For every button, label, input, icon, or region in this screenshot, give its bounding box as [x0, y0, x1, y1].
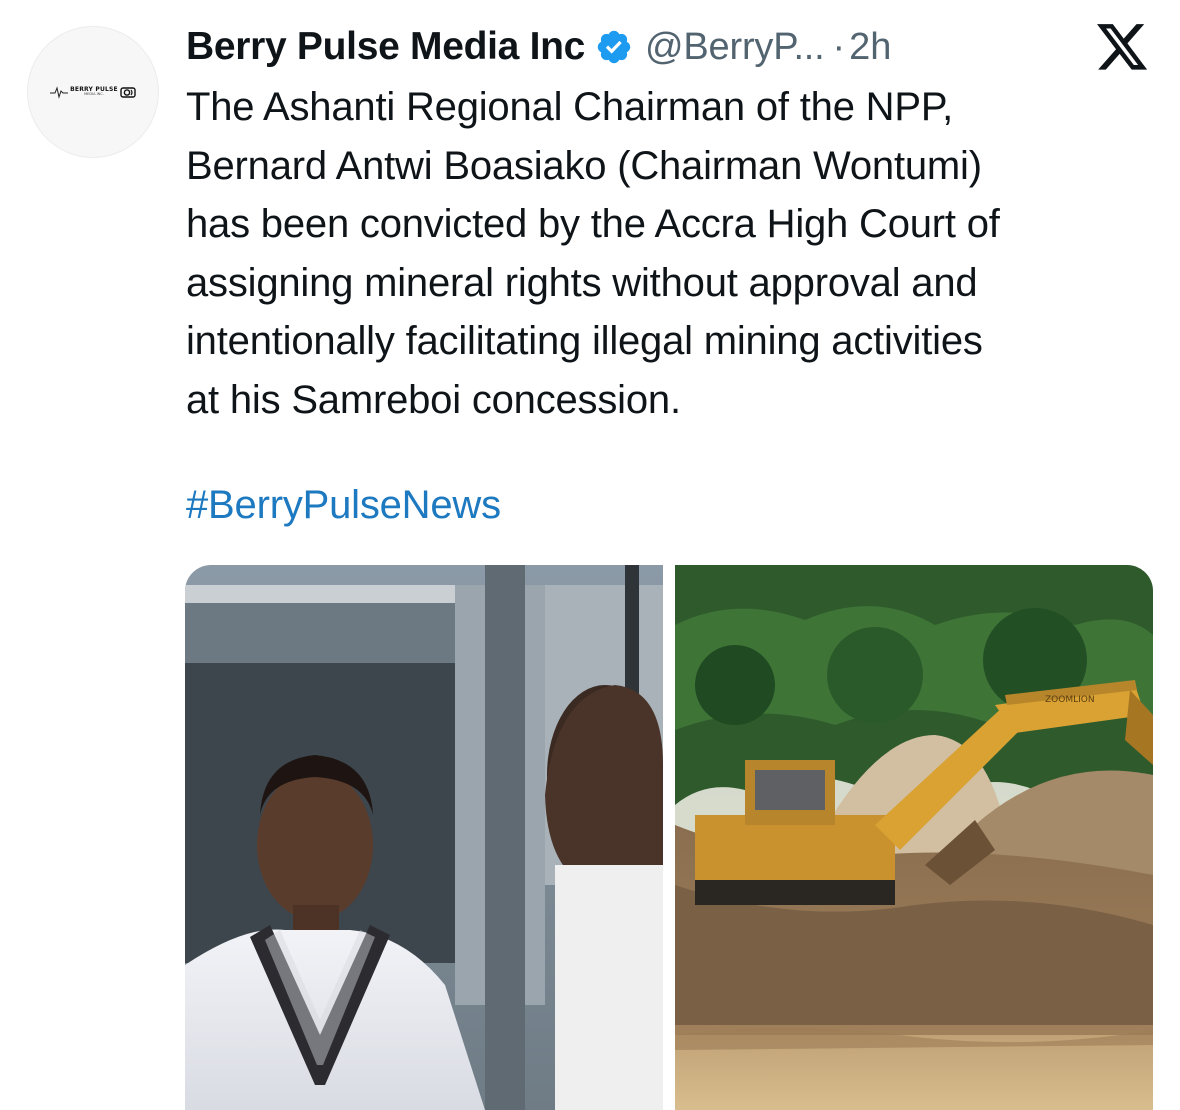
tweet-card[interactable]: BERRY PULSE MEDIA INC. Berry Pulse Media…	[0, 0, 1180, 1110]
camera-icon	[120, 87, 136, 98]
tweet-media[interactable]: ZOOMLION	[185, 565, 1153, 1110]
profile-avatar[interactable]: BERRY PULSE MEDIA INC.	[27, 26, 159, 158]
mining-photo-graphic: ZOOMLION	[675, 565, 1153, 1110]
excavator-brand-label: ZOOMLION	[1045, 695, 1095, 705]
x-logo-icon[interactable]	[1097, 24, 1149, 72]
user-handle[interactable]: @BerryP...	[645, 26, 825, 69]
separator-dot: ·	[832, 25, 846, 68]
man-in-white-outfit-photo[interactable]	[185, 565, 663, 1110]
tweet-text: The Ashanti Regional Chairman of the NPP…	[186, 85, 1000, 422]
hashtag-link[interactable]: #BerryPulseNews	[186, 483, 501, 528]
logo-subtext: MEDIA INC.	[84, 92, 104, 97]
portrait-photo-graphic	[185, 565, 663, 1110]
timestamp[interactable]: 2h	[849, 26, 891, 69]
berry-pulse-logo: BERRY PULSE MEDIA INC.	[50, 85, 136, 99]
verified-badge-icon	[597, 30, 631, 64]
pulse-wave-icon	[50, 86, 69, 99]
display-name[interactable]: Berry Pulse Media Inc	[186, 25, 585, 69]
excavator-mining-site-photo[interactable]: ZOOMLION	[675, 565, 1153, 1110]
tweet-header: Berry Pulse Media Inc @BerryP... · 2h	[186, 22, 891, 72]
